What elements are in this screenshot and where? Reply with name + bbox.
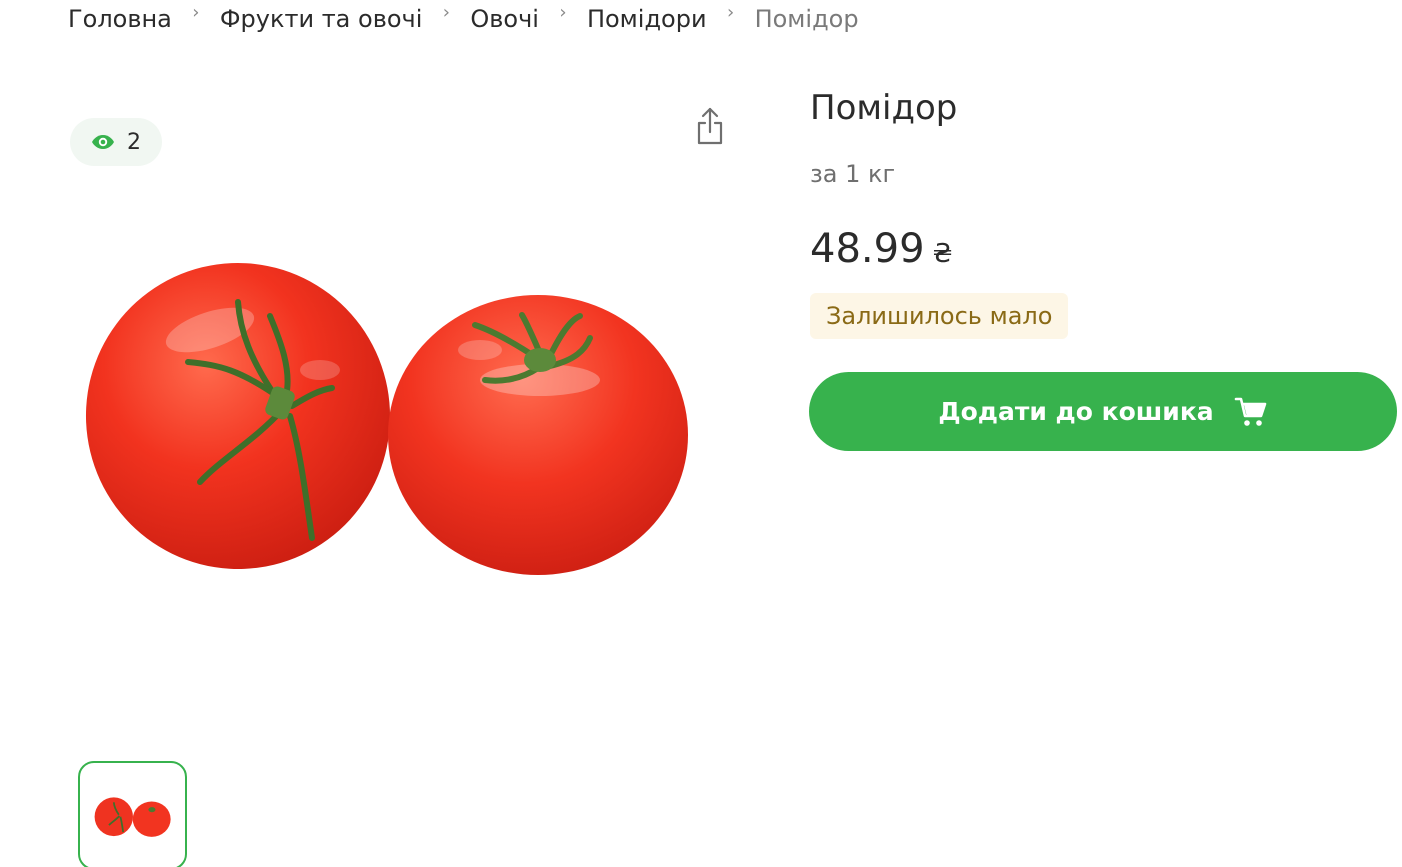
product-unit: за 1 кг xyxy=(810,160,896,188)
chevron-right-icon: › xyxy=(559,2,567,23)
stock-status-badge: Залишилось мало xyxy=(810,293,1069,339)
eye-icon xyxy=(92,135,114,149)
views-badge: 2 xyxy=(70,118,162,166)
breadcrumb-vegetables[interactable]: Овочі xyxy=(470,2,539,36)
breadcrumb-home[interactable]: Головна xyxy=(68,2,172,36)
share-button[interactable] xyxy=(690,104,730,148)
thumbnail-image xyxy=(94,796,171,837)
product-title: Помідор xyxy=(810,88,958,128)
product-price: 48.99 ₴ xyxy=(810,226,953,272)
price-value: 48.99 xyxy=(810,226,925,272)
views-count: 2 xyxy=(127,129,141,155)
add-to-cart-label: Додати до кошика xyxy=(938,397,1214,426)
cart-icon xyxy=(1234,397,1266,426)
breadcrumb-current: Помідор xyxy=(754,5,859,33)
thumbnail[interactable] xyxy=(78,761,187,867)
chevron-right-icon: › xyxy=(442,2,450,23)
share-icon xyxy=(697,107,723,145)
price-currency: ₴ xyxy=(932,239,953,269)
product-image[interactable] xyxy=(70,220,710,600)
chevron-right-icon: › xyxy=(192,2,200,23)
breadcrumb-fruits-vegetables[interactable]: Фрукти та овочі xyxy=(220,2,422,36)
add-to-cart-button[interactable]: Додати до кошика xyxy=(809,372,1397,451)
breadcrumb-tomatoes[interactable]: Помідори xyxy=(587,2,707,36)
product-page: Головна › Фрукти та овочі › Овочі › Помі… xyxy=(0,0,1402,867)
chevron-right-icon: › xyxy=(726,2,735,23)
breadcrumb: Головна › Фрукти та овочі › Овочі › Помі… xyxy=(68,0,859,36)
